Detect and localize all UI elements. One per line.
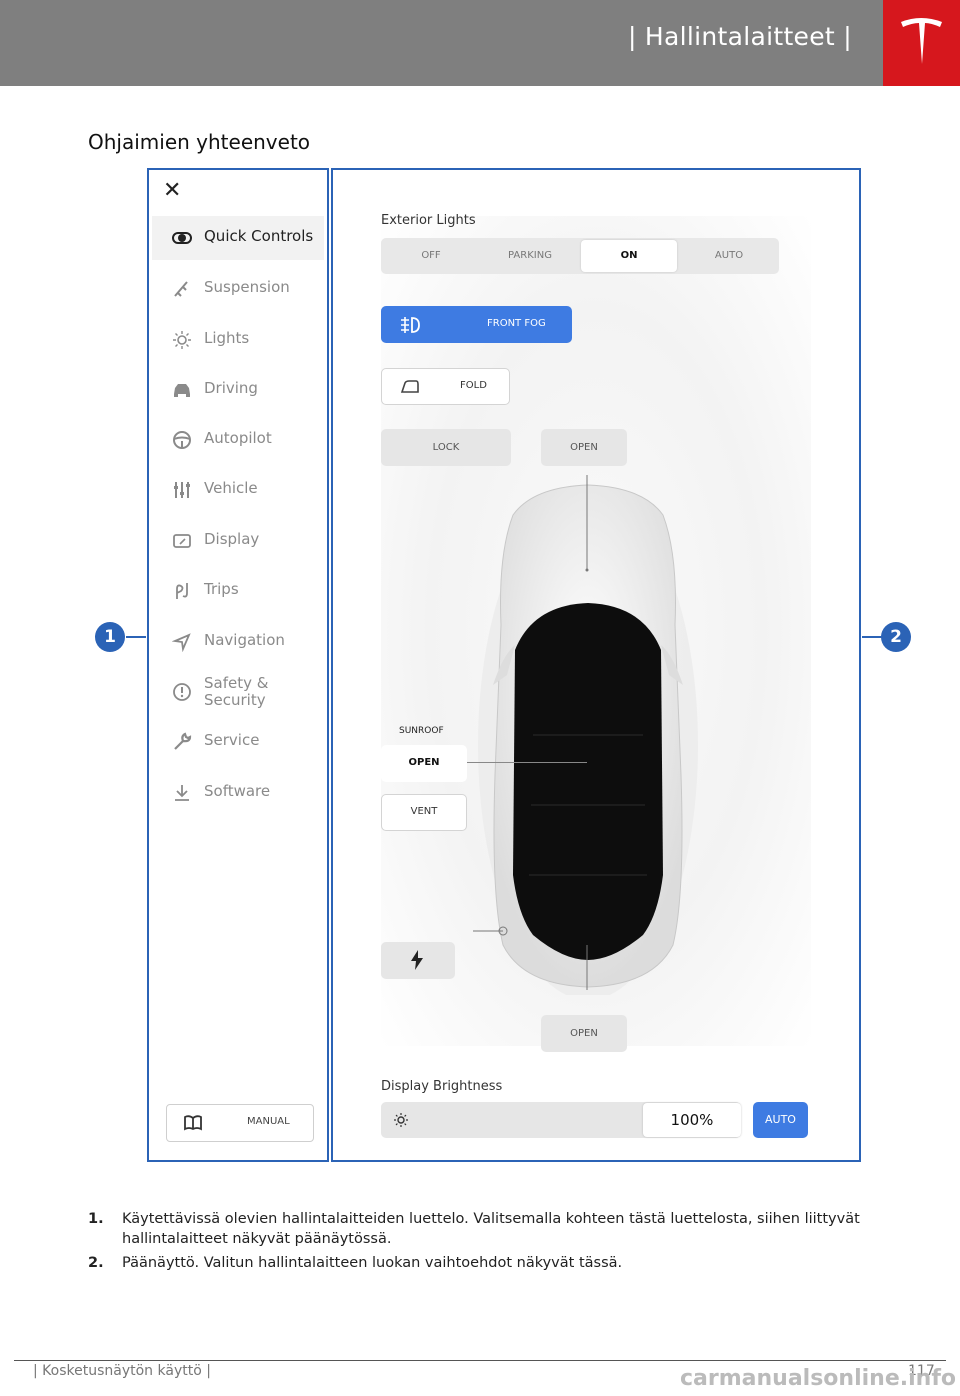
sidebar-item-label: Software <box>204 782 271 800</box>
section-title: Ohjaimien yhteenveto <box>88 130 311 154</box>
sidebar-item-software[interactable]: Software <box>152 771 324 815</box>
controls-sidebar: ✕ Quick Controls Suspension Lights Drivi… <box>147 168 329 1162</box>
display-icon <box>173 534 191 548</box>
charge-port-button[interactable] <box>381 942 455 979</box>
trips-icon <box>176 583 188 599</box>
fold-label: FOLD <box>460 380 487 391</box>
fold-mirrors-button[interactable]: FOLD <box>381 368 510 405</box>
sidebar-item-trips[interactable]: Trips <box>152 569 324 613</box>
caption-number: 1. <box>88 1211 104 1227</box>
sidebar-item-label: Display <box>204 530 260 548</box>
sidebar-item-quick-controls[interactable]: Quick Controls <box>152 216 324 260</box>
toggle-icon <box>172 232 192 244</box>
sliders-icon <box>174 482 190 498</box>
car-icon <box>174 384 190 397</box>
manual-button[interactable]: MANUAL <box>166 1104 314 1142</box>
sidebar-item-label: Autopilot <box>204 429 272 447</box>
lights-option-parking[interactable]: PARKING <box>481 238 579 274</box>
logo-box <box>883 0 960 86</box>
download-icon <box>175 785 189 801</box>
brightness-auto-button[interactable]: AUTO <box>753 1102 808 1138</box>
sidebar-item-lights[interactable]: Lights <box>152 318 324 362</box>
sidebar-item-vehicle[interactable]: Vehicle <box>152 468 324 512</box>
sunroof-pointer-line <box>467 762 587 763</box>
callout-2: 2 <box>881 622 911 652</box>
sidebar-item-autopilot[interactable]: Autopilot <box>152 418 324 462</box>
lights-option-auto[interactable]: AUTO <box>679 238 779 274</box>
footer-divider <box>14 1360 946 1361</box>
sidebar-item-label: Safety & Security <box>204 675 268 709</box>
lock-button[interactable]: LOCK <box>381 429 511 466</box>
tesla-logo-icon <box>901 18 942 64</box>
trunk-open-button[interactable]: OPEN <box>541 1015 627 1052</box>
caption-number: 2. <box>88 1255 104 1271</box>
sidebar-item-display[interactable]: Display <box>152 519 324 563</box>
navigation-icon <box>172 633 191 652</box>
sidebar-item-label: Quick Controls <box>204 227 314 245</box>
footer-section: | Kosketusnäytön käyttö | <box>33 1363 211 1379</box>
manual-label: MANUAL <box>247 1116 290 1127</box>
chapter-title: | Hallintalaitteet | <box>627 22 852 51</box>
exterior-lights-label: Exterior Lights <box>381 213 476 228</box>
sun-icon <box>394 1113 408 1127</box>
sidebar-item-safety-security[interactable]: Safety & Security <box>152 670 324 714</box>
alert-icon <box>173 683 191 701</box>
display-brightness-label: Display Brightness <box>381 1079 503 1094</box>
label-line-2: Security <box>204 691 266 709</box>
lightning-icon <box>411 950 423 970</box>
sun-icon <box>173 331 191 349</box>
sidebar-item-label: Driving <box>204 379 258 397</box>
steering-wheel-icon <box>173 431 191 449</box>
label-line-1: Safety & <box>204 674 269 692</box>
caption-text: Päänäyttö. Valitun hallintalaitteen luok… <box>122 1255 623 1271</box>
watermark: carmanualsonline.info <box>680 1366 956 1391</box>
sidebar-item-label: Navigation <box>204 631 285 649</box>
lights-option-on[interactable]: ON <box>581 240 677 272</box>
callout-line-2 <box>862 636 882 638</box>
callout-1: 1 <box>95 622 125 652</box>
sunroof-label: SUNROOF <box>399 726 444 736</box>
exterior-lights-selector: OFF PARKING ON AUTO <box>381 238 779 274</box>
sidebar-item-label: Lights <box>204 329 250 347</box>
mirror-icon <box>400 380 419 393</box>
caption-text: Käytettävissä olevien hallintalaitteiden… <box>122 1211 860 1247</box>
front-fog-button[interactable]: FRONT FOG <box>381 306 572 343</box>
main-screen: Exterior Lights OFF PARKING ON AUTO FRON… <box>331 168 861 1162</box>
close-icon[interactable]: ✕ <box>163 178 181 203</box>
front-fog-label: FRONT FOG <box>487 318 546 329</box>
sunroof-vent-button[interactable]: VENT <box>381 794 467 831</box>
sidebar-item-label: Vehicle <box>204 479 258 497</box>
fog-light-icon <box>401 317 420 333</box>
brightness-value[interactable]: 100% <box>643 1103 741 1137</box>
sidebar-item-driving[interactable]: Driving <box>152 368 324 412</box>
sidebar-item-service[interactable]: Service <box>152 720 324 764</box>
wrench-icon <box>174 732 192 750</box>
book-icon <box>184 1115 202 1131</box>
sidebar-item-label: Suspension <box>204 278 290 296</box>
lights-option-off[interactable]: OFF <box>381 238 481 274</box>
car-top-view <box>473 475 698 995</box>
sidebar-item-label: Service <box>204 731 260 749</box>
callout-line-1 <box>126 636 146 638</box>
frunk-open-button[interactable]: OPEN <box>541 429 627 466</box>
sidebar-item-suspension[interactable]: Suspension <box>152 267 324 311</box>
sidebar-item-label: Trips <box>204 580 239 598</box>
sidebar-item-navigation[interactable]: Navigation <box>152 620 324 664</box>
page-header: | Hallintalaitteet | <box>0 0 960 86</box>
suspension-icon <box>174 281 188 297</box>
sunroof-open-button[interactable]: OPEN <box>381 745 467 782</box>
